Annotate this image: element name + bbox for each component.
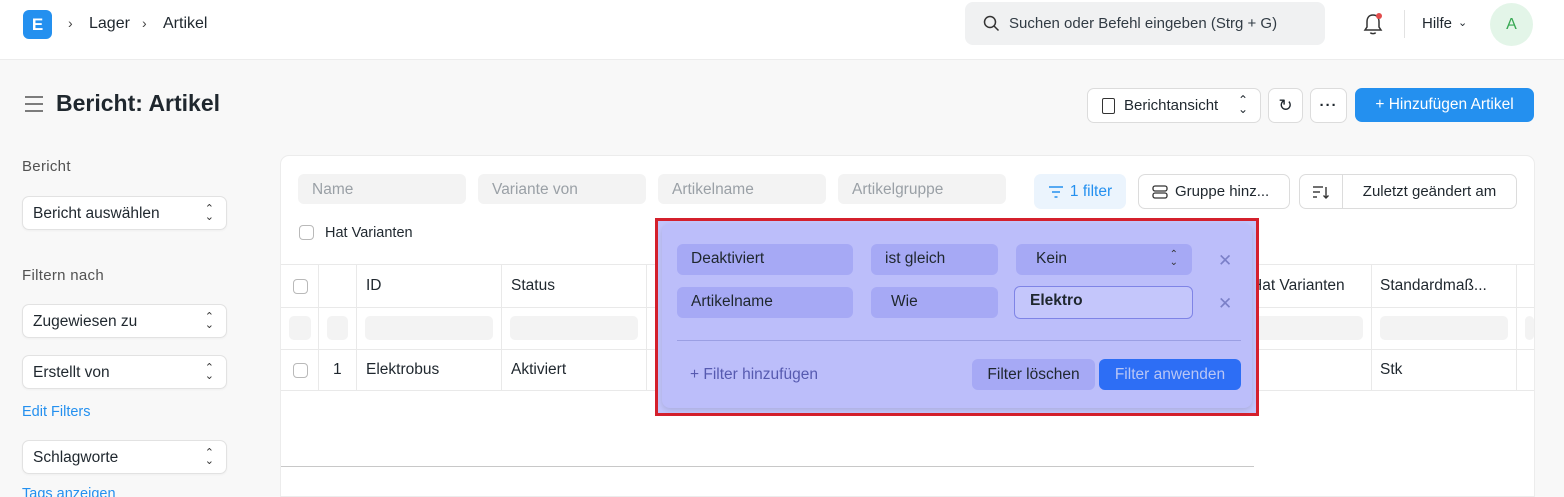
row-id[interactable]: Elektrobus	[366, 361, 439, 379]
filter-icon	[1048, 185, 1063, 198]
popup-divider	[677, 340, 1241, 341]
notification-dot	[1376, 13, 1382, 19]
grid-border	[356, 264, 357, 390]
report-view-button[interactable]: Berichtansicht ⌃ ⌄	[1087, 88, 1261, 123]
grid-border	[501, 264, 502, 390]
grid-border	[1516, 264, 1517, 390]
add-item-button[interactable]: + Hinzufügen Artikel	[1355, 88, 1534, 122]
updown-icon: ⌃ ⌄	[204, 311, 214, 331]
help-menu[interactable]: Hilfe	[1422, 15, 1452, 32]
status-filter-cell[interactable]	[510, 316, 638, 340]
filter-condition-select[interactable]: Wie	[871, 287, 998, 318]
search-icon	[983, 15, 1000, 32]
created-by-select[interactable]: Erstellt von ⌃ ⌄	[22, 355, 227, 389]
select-all-checkbox[interactable]	[293, 279, 308, 294]
edit-filters-link[interactable]: Edit Filters	[22, 404, 91, 420]
breadcrumb-lager[interactable]: Lager	[89, 15, 130, 33]
column-header-id[interactable]: ID	[366, 277, 382, 295]
chevron-down-icon: ⌄	[1458, 17, 1468, 29]
filter-field-select[interactable]: Deaktiviert	[677, 244, 853, 275]
sidebar-toggle-icon[interactable]	[25, 96, 43, 112]
page-title: Bericht: Artikel	[56, 90, 221, 116]
report-select-label: Bericht auswählen	[33, 205, 160, 222]
next-filter-cell[interactable]	[1525, 316, 1534, 340]
row-index: 1	[333, 361, 342, 378]
grid-border	[318, 264, 319, 390]
more-icon: ···	[1319, 97, 1338, 114]
created-by-label: Erstellt von	[33, 364, 110, 381]
column-header-status[interactable]: Status	[511, 277, 555, 295]
filter-button-label: 1 filter	[1069, 182, 1113, 200]
remove-filter-icon[interactable]: ✕	[1218, 251, 1232, 271]
more-button[interactable]: ···	[1310, 88, 1347, 123]
has-variants-filter-cell[interactable]	[1250, 316, 1363, 340]
sort-direction-button[interactable]	[1299, 174, 1343, 209]
grid-border	[646, 264, 647, 390]
filter-condition-select[interactable]: ist gleich	[871, 244, 998, 275]
app-logo[interactable]: E	[23, 10, 52, 39]
refresh-button[interactable]: ↻	[1268, 88, 1303, 123]
apply-filters-button[interactable]: Filter anwenden	[1099, 359, 1241, 390]
has-variants-label: Hat Varianten	[325, 225, 413, 241]
tags-select[interactable]: Schlagworte ⌃ ⌄	[22, 440, 227, 474]
row-uom: Stk	[1380, 361, 1403, 378]
breadcrumb-artikel[interactable]: Artikel	[163, 15, 207, 33]
row-status: Aktiviert	[511, 361, 567, 378]
report-view-label: Berichtansicht	[1124, 97, 1219, 114]
column-header-has-variants[interactable]: Hat Varianten	[1251, 277, 1345, 295]
search-input[interactable]: Suchen oder Befehl eingeben (Strg + G)	[1009, 15, 1277, 32]
item-group-filter-input[interactable]: Artikelgruppe	[838, 174, 1006, 204]
updown-icon: ⌃ ⌄	[1237, 93, 1248, 116]
has-variants-checkbox[interactable]	[299, 225, 314, 240]
chevron-right-icon: ›	[142, 15, 147, 31]
search-bar[interactable]: Suchen oder Befehl eingeben (Strg + G)	[965, 2, 1325, 45]
chevron-right-icon: ›	[68, 15, 73, 31]
filter-value-select[interactable]: Kein ⌃ ⌄	[1016, 244, 1192, 275]
document-icon	[1102, 98, 1115, 114]
grid-border	[1371, 264, 1372, 390]
filter-field-select[interactable]: Artikelname	[677, 287, 853, 318]
scrollbar-track[interactable]	[281, 466, 1254, 467]
filter-heading: Filtern nach	[22, 267, 104, 284]
tags-label: Schlagworte	[33, 449, 119, 466]
updown-icon: ⌃ ⌄	[204, 203, 214, 223]
show-tags-link[interactable]: Tags anzeigen	[22, 486, 116, 497]
group-by-label: Gruppe hinz...	[1175, 183, 1270, 200]
filter-value-label: Kein	[1036, 250, 1068, 267]
assigned-to-label: Zugewiesen zu	[33, 313, 138, 330]
row-filter-cell[interactable]	[289, 316, 311, 340]
navbar: E › Lager › Artikel Suchen oder Befehl e…	[0, 0, 1564, 60]
updown-icon: ⌃ ⌄	[204, 362, 214, 382]
item-name-filter-input[interactable]: Artikelname	[658, 174, 826, 204]
remove-filter-icon[interactable]: ✕	[1218, 294, 1232, 314]
updown-icon: ⌃ ⌄	[204, 447, 214, 467]
row-checkbox[interactable]	[293, 363, 308, 378]
row-filter-cell[interactable]	[327, 316, 348, 340]
assigned-to-select[interactable]: Zugewiesen zu ⌃ ⌄	[22, 304, 227, 338]
add-filter-link[interactable]: + Filter hinzufügen	[690, 366, 818, 384]
column-header-uom[interactable]: Standardmaß...	[1380, 277, 1487, 295]
navbar-divider	[1404, 10, 1405, 38]
filter-button[interactable]: 1 filter	[1034, 174, 1126, 209]
sort-icon	[1313, 185, 1329, 199]
report-heading: Bericht	[22, 158, 71, 175]
filter-value-input[interactable]: Elektro	[1014, 286, 1193, 319]
uom-filter-cell[interactable]	[1380, 316, 1508, 340]
variant-filter-input[interactable]: Variante von	[478, 174, 646, 204]
name-filter-input[interactable]: Name	[298, 174, 466, 204]
updown-icon: ⌃ ⌄	[1169, 249, 1178, 268]
refresh-icon: ↻	[1278, 95, 1293, 115]
avatar[interactable]: A	[1490, 3, 1533, 46]
report-select[interactable]: Bericht auswählen ⌃ ⌄	[22, 196, 227, 230]
id-filter-cell[interactable]	[365, 316, 493, 340]
group-icon	[1152, 185, 1168, 199]
clear-filters-button[interactable]: Filter löschen	[972, 359, 1095, 390]
group-by-button[interactable]: Gruppe hinz...	[1138, 174, 1290, 209]
sort-field-button[interactable]: Zuletzt geändert am	[1342, 174, 1517, 209]
